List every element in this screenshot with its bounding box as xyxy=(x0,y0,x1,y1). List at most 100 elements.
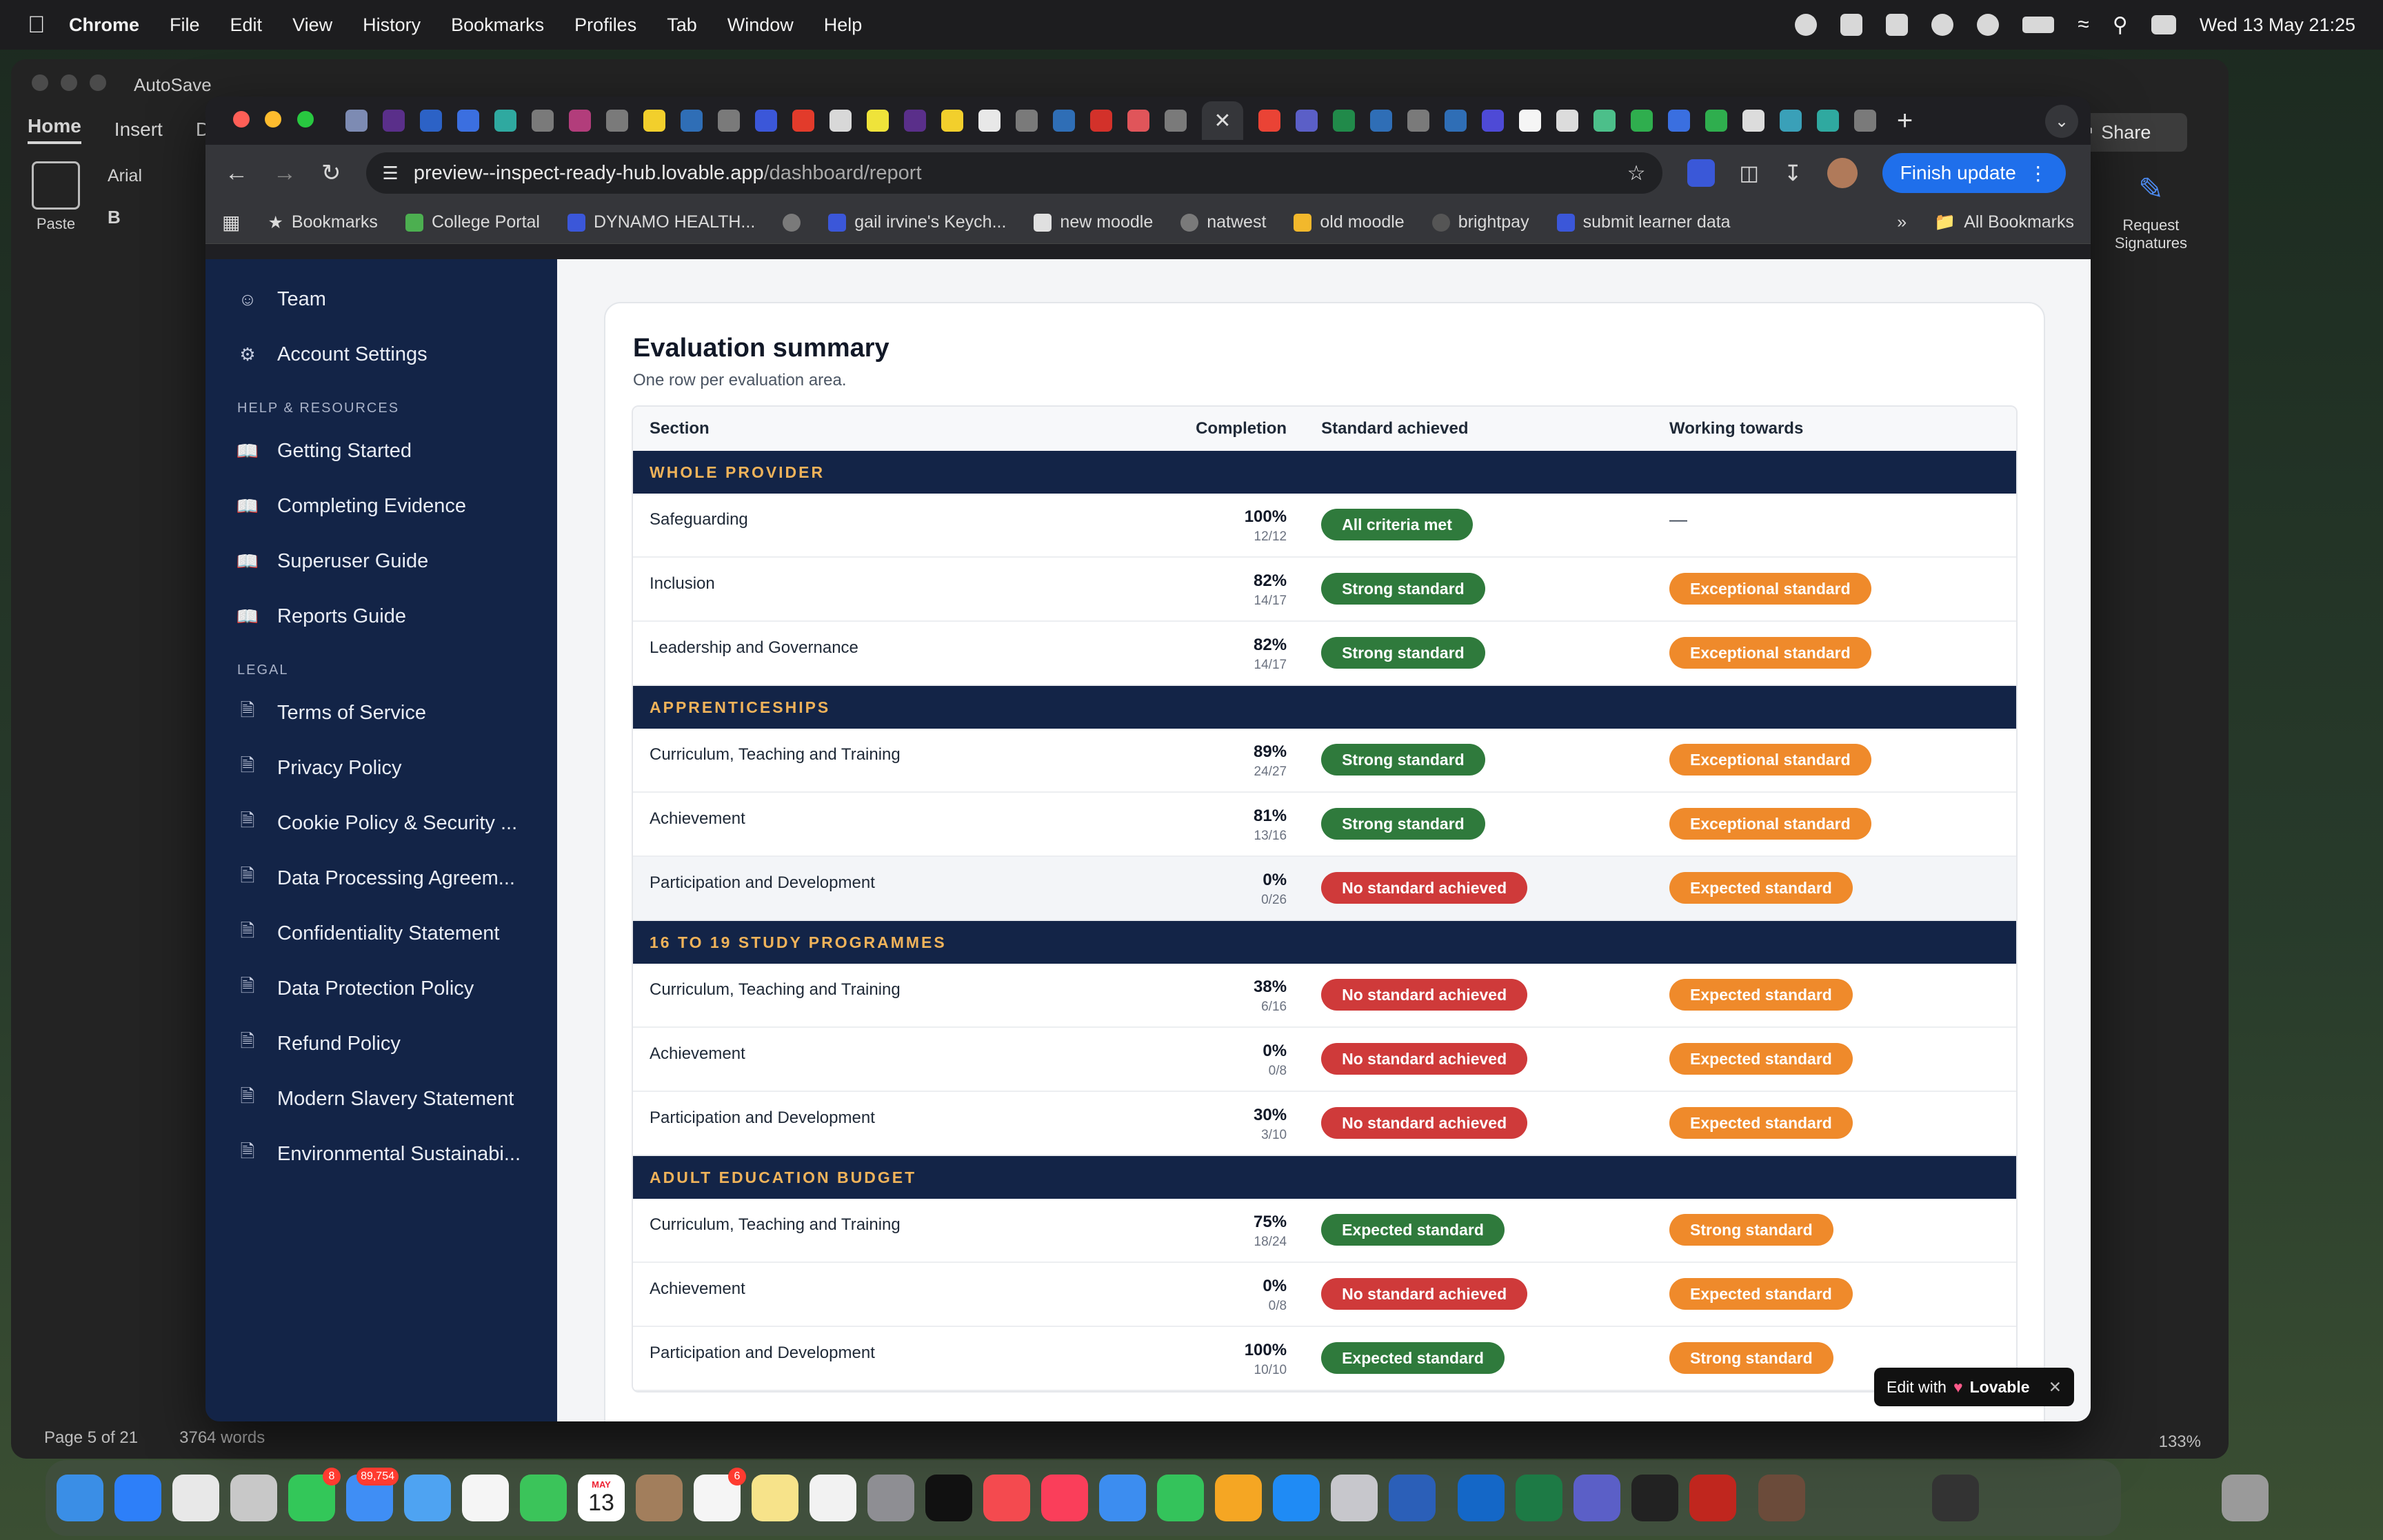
table-row[interactable]: Curriculum, Teaching and Training 89% 24/2… xyxy=(633,729,2016,793)
table-row[interactable]: Inclusion 82% 14/17 Strong standard Exceptio… xyxy=(633,558,2016,622)
notes-icon[interactable] xyxy=(752,1475,798,1521)
numbers-icon[interactable] xyxy=(1157,1475,1204,1521)
tab-favicon[interactable] xyxy=(1481,110,1504,132)
request-signatures-button[interactable]: ✎ Request Signatures xyxy=(2115,163,2187,252)
tab-favicon[interactable] xyxy=(1407,110,1429,132)
tab-favicon[interactable] xyxy=(1164,110,1187,132)
bookmark-item[interactable]: submit learner data xyxy=(1556,212,1731,232)
tab-favicon[interactable] xyxy=(1089,110,1112,132)
calendar-icon[interactable]: MAY 13 xyxy=(578,1475,625,1521)
tab-favicon[interactable] xyxy=(1052,110,1075,132)
extensions-puzzle-icon[interactable]: ◫ xyxy=(1740,161,1759,185)
bookmark-item[interactable] xyxy=(783,213,801,232)
reload-icon[interactable]: ↻ xyxy=(321,159,341,187)
tab-favicon[interactable] xyxy=(345,110,368,132)
tab-favicon[interactable] xyxy=(1295,110,1318,132)
table-row[interactable]: Safeguarding 100% 12/12 All criteria met — xyxy=(633,494,2016,558)
sidebar-item-data-protection[interactable]: 🗎 Data Protection Policy xyxy=(205,961,557,1016)
tab-favicon[interactable] xyxy=(717,110,740,132)
word-bold-button[interactable]: B xyxy=(108,207,142,228)
acrobat-icon[interactable] xyxy=(1689,1475,1736,1521)
table-row[interactable]: Leadership and Governance 82% 14/17 Strong … xyxy=(633,622,2016,686)
tab-favicon[interactable] xyxy=(792,110,814,132)
excel-icon[interactable] xyxy=(1516,1475,1562,1521)
outlook-icon[interactable] xyxy=(1458,1475,1505,1521)
profile-avatar[interactable] xyxy=(1827,158,1858,188)
tab-favicon[interactable] xyxy=(1258,110,1280,132)
tab-favicon[interactable] xyxy=(1667,110,1690,132)
launchpad-icon[interactable] xyxy=(230,1475,277,1521)
table-row[interactable]: Achievement 81% 13/16 Strong standard Except… xyxy=(633,793,2016,857)
apple-tv-icon[interactable] xyxy=(925,1475,972,1521)
tab-favicon[interactable] xyxy=(643,110,665,132)
sidebar-item-account-settings[interactable]: ⚙ Account Settings xyxy=(205,327,557,382)
tab-favicon[interactable] xyxy=(829,110,852,132)
tab-favicon[interactable] xyxy=(1779,110,1802,132)
close-window-button[interactable] xyxy=(233,110,250,128)
wifi-icon[interactable]: ≈ xyxy=(2078,13,2089,37)
menu-app-name[interactable]: Chrome xyxy=(69,14,139,36)
tab-favicon[interactable] xyxy=(494,110,516,132)
status-play-icon[interactable] xyxy=(1977,14,2000,36)
bookmark-item[interactable]: DYNAMO HEALTH... xyxy=(567,212,755,232)
status-app-icon[interactable] xyxy=(1795,14,1818,36)
menu-edit[interactable]: Edit xyxy=(230,14,263,36)
sidebar-item-refund[interactable]: 🗎 Refund Policy xyxy=(205,1016,557,1071)
tab-favicon[interactable] xyxy=(531,110,554,132)
close-icon[interactable]: ✕ xyxy=(2049,1378,2062,1397)
status-teams-icon[interactable] xyxy=(1840,14,1863,36)
tab-favicon[interactable] xyxy=(941,110,963,132)
sidebar-item-terms[interactable]: 🗎 Terms of Service xyxy=(205,685,557,740)
tab-favicon[interactable] xyxy=(1015,110,1038,132)
word-font-name[interactable]: Arial xyxy=(108,166,142,186)
word-tab-home[interactable]: Home xyxy=(28,115,81,144)
tab-favicon[interactable] xyxy=(456,110,479,132)
word-word-count[interactable]: 3764 words xyxy=(179,1428,265,1448)
active-tab-close-icon[interactable]: ✕ xyxy=(1201,101,1243,140)
tab-favicon[interactable] xyxy=(1127,110,1149,132)
word-paste-button[interactable]: Paste xyxy=(32,161,80,233)
tab-search-chevron-icon[interactable]: ⌄ xyxy=(2045,105,2078,138)
bookmark-item[interactable]: gail irvine's Keych... xyxy=(828,212,1006,232)
apple-menu-icon[interactable]:  xyxy=(28,12,69,39)
tab-favicon[interactable] xyxy=(1593,110,1616,132)
tab-favicon[interactable] xyxy=(866,110,889,132)
apps-grid-icon[interactable]: ▦ xyxy=(222,211,240,234)
tab-favicon[interactable] xyxy=(1444,110,1467,132)
word-page-count[interactable]: Page 5 of 21 xyxy=(44,1428,138,1448)
chrome-icon[interactable] xyxy=(172,1475,219,1521)
word-document-icon[interactable] xyxy=(2106,1475,2153,1521)
bookmark-item[interactable]: natwest xyxy=(1180,212,1266,232)
trash-icon[interactable] xyxy=(2222,1475,2269,1521)
keynote-icon[interactable] xyxy=(1099,1475,1146,1521)
sidebar-item-data-processing[interactable]: 🗎 Data Processing Agreem... xyxy=(205,851,557,906)
sidebar-item-team[interactable]: ☺ Team xyxy=(205,272,557,327)
tab-favicon[interactable] xyxy=(419,110,442,132)
word-document-icon[interactable] xyxy=(2164,1475,2211,1521)
tab-favicon[interactable] xyxy=(680,110,703,132)
maps-icon[interactable] xyxy=(404,1475,451,1521)
bookmark-star-icon[interactable]: ☆ xyxy=(1627,161,1646,185)
table-row[interactable]: Participation and Development 30% 3/10 No s… xyxy=(633,1092,2016,1156)
zoom-window-button[interactable] xyxy=(296,110,314,128)
screenshot-thumbnail-icon[interactable] xyxy=(1932,1475,1979,1521)
more-bookmarks-chevron-icon[interactable]: » xyxy=(1897,212,1907,232)
photo-thumbnail-icon[interactable] xyxy=(1758,1475,1805,1521)
tab-favicon[interactable] xyxy=(903,110,926,132)
freeform-icon[interactable] xyxy=(810,1475,856,1521)
finder-icon[interactable] xyxy=(57,1475,103,1521)
word-icon[interactable] xyxy=(1389,1475,1436,1521)
app-store-icon[interactable] xyxy=(1273,1475,1320,1521)
sidebar-item-cookie-policy[interactable]: 🗎 Cookie Policy & Security ... xyxy=(205,796,557,851)
safari-icon[interactable] xyxy=(114,1475,161,1521)
tab-favicon[interactable] xyxy=(978,110,1001,132)
facetime-icon[interactable] xyxy=(520,1475,567,1521)
iphone-mirroring-icon[interactable] xyxy=(1331,1475,1378,1521)
tab-favicon[interactable] xyxy=(382,110,405,132)
menu-profiles[interactable]: Profiles xyxy=(574,14,636,36)
tab-favicon[interactable] xyxy=(568,110,591,132)
bookmark-item[interactable]: new moodle xyxy=(1034,212,1153,232)
sidebar-item-completing-evidence[interactable]: 📖 Completing Evidence xyxy=(205,478,557,534)
sidebar-item-privacy[interactable]: 🗎 Privacy Policy xyxy=(205,740,557,796)
tab-favicon[interactable] xyxy=(1332,110,1355,132)
